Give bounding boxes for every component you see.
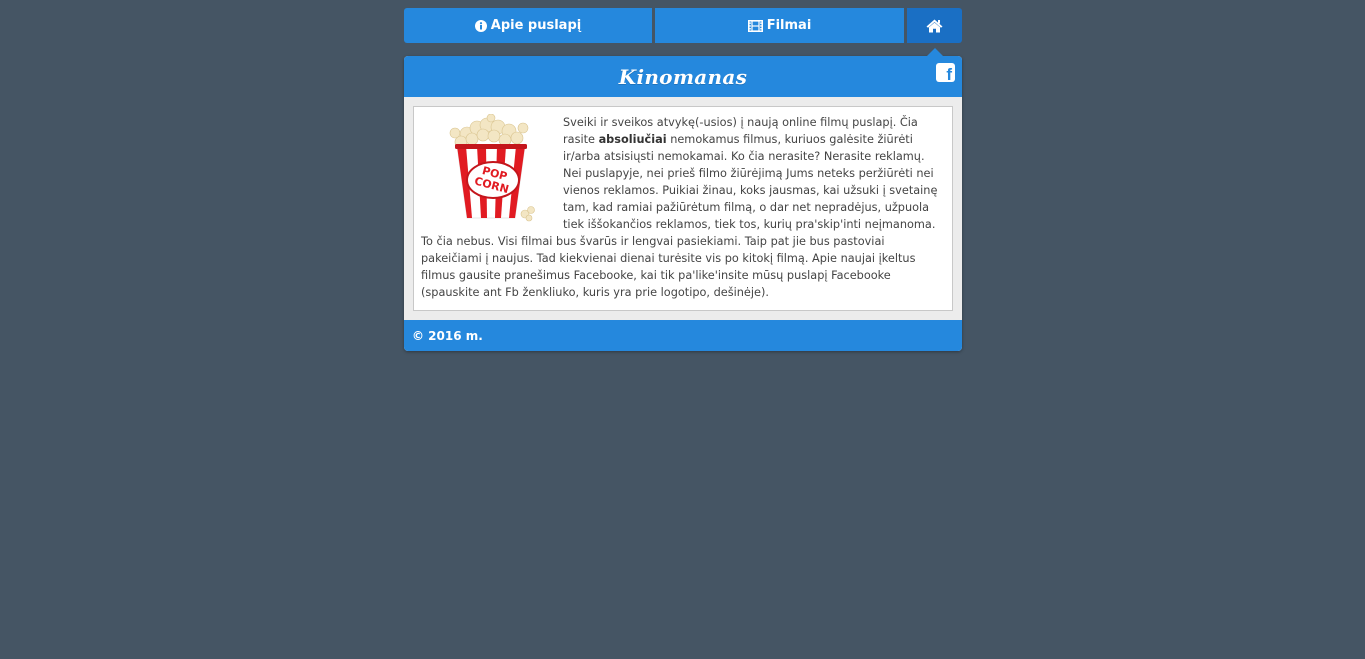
active-caret: [926, 48, 943, 56]
content-area: POP CORN Sveiki ir sveikos atvykę(-usios…: [404, 97, 962, 320]
intro-text-bold: absoliučiai: [598, 133, 667, 146]
popcorn-image: POP CORN: [421, 114, 557, 226]
film-icon: [747, 19, 763, 32]
facebook-icon[interactable]: f: [936, 63, 955, 83]
home-icon: [926, 19, 943, 33]
nav-about-button[interactable]: Apie puslapį: [404, 8, 652, 43]
page-wrapper: Apie puslapį Filmai Kinomanas f POP CORN…: [404, 8, 962, 351]
nav-films-label: Filmai: [766, 18, 812, 33]
panel-footer: © 2016 m.: [404, 320, 962, 351]
intro-box: POP CORN Sveiki ir sveikos atvykę(-usios…: [413, 106, 953, 311]
nav-about-label: Apie puslapį: [490, 18, 582, 33]
panel-header: Kinomanas f: [404, 56, 962, 97]
nav-films-button[interactable]: Filmai: [655, 8, 904, 43]
site-title: Kinomanas: [618, 64, 748, 89]
nav-home-button[interactable]: [907, 8, 962, 56]
info-circle-icon: [474, 19, 487, 32]
top-navigation: Apie puslapį Filmai: [404, 8, 962, 56]
copyright-text: © 2016 m.: [412, 328, 483, 343]
main-panel: Kinomanas f POP CORN Sveiki ir sveikos a…: [404, 56, 962, 351]
